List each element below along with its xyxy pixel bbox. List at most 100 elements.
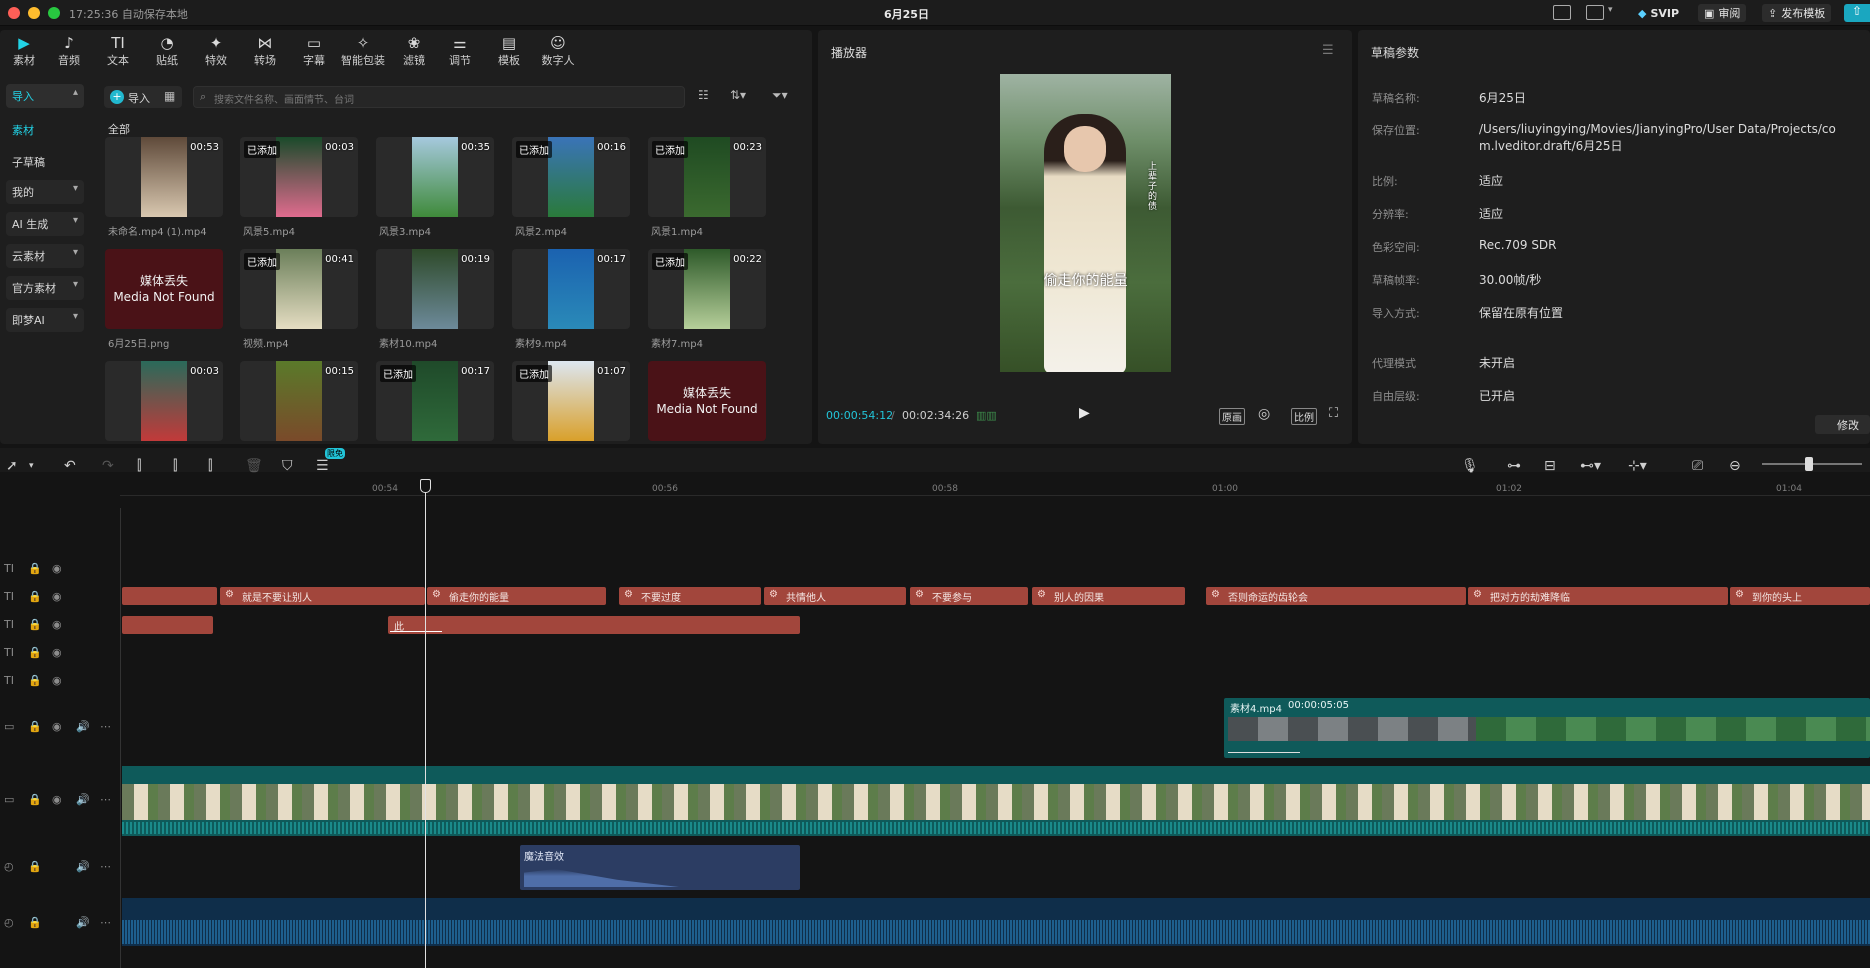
media-thumbnail[interactable]: 00:15 — [240, 361, 358, 441]
snap-icon[interactable]: ⊟ — [1544, 458, 1556, 474]
auto-caption-icon[interactable]: ☰ — [316, 458, 329, 474]
publish-template-button[interactable]: ⇪ 发布模板 — [1762, 4, 1832, 22]
sidebar-sub-draft[interactable]: 子草稿 — [12, 154, 45, 170]
eye-icon[interactable]: ◉ — [52, 590, 62, 603]
sidebar-ai-gen[interactable]: AI 生成 ▾ — [6, 212, 84, 236]
media-thumbnail[interactable]: 已添加 01:07 — [512, 361, 630, 441]
lock-icon[interactable]: 🔒 — [28, 562, 42, 575]
text-track-type-icon[interactable]: TI — [4, 590, 14, 603]
text-clip[interactable]: ⚙ 偷走你的能量 — [427, 587, 606, 605]
more-icon[interactable]: ⋯ — [100, 916, 111, 929]
lock-icon[interactable]: 🔒 — [28, 674, 42, 687]
tab-template[interactable]: ▤ 模板 — [485, 34, 533, 68]
undo-icon[interactable]: ↶ — [64, 458, 76, 474]
playhead[interactable] — [425, 480, 426, 968]
media-thumbnail[interactable]: 00:19 — [376, 249, 494, 329]
tab-audio[interactable]: ♪ 音频 — [45, 34, 93, 68]
text-track-type-icon[interactable]: TI — [4, 562, 14, 575]
more-icon[interactable]: ⋯ — [100, 860, 111, 873]
fit-icon[interactable]: ⎚ — [1692, 458, 1703, 474]
split-right-icon[interactable]: ⫿ — [208, 458, 212, 474]
tab-filter[interactable]: ❀ 滤镜 — [390, 34, 438, 68]
chevron-down-icon[interactable]: ▾ — [1608, 5, 1613, 15]
review-button[interactable]: ▣ 审阅 — [1698, 4, 1747, 22]
lock-icon[interactable]: 🔒 — [28, 860, 42, 873]
lock-icon[interactable]: 🔒 — [28, 646, 42, 659]
media-thumbnail[interactable]: 已添加 00:41 — [240, 249, 358, 329]
text-clip[interactable] — [122, 587, 217, 605]
tab-text[interactable]: TI 文本 — [94, 34, 142, 68]
text-clip[interactable]: ⚙ 把对方的劫难降临 — [1468, 587, 1728, 605]
video-clip[interactable]: 素材4.mp4 00:00:05:05 — [1224, 698, 1870, 758]
media-thumbnail[interactable]: 已添加 00:17 — [376, 361, 494, 441]
split-icon[interactable]: ⫿ — [137, 458, 141, 474]
tab-digital-human[interactable]: ☺ 数字人 — [534, 34, 582, 68]
sidebar-cloud[interactable]: 云素材 ▾ — [6, 244, 84, 268]
media-thumbnail[interactable]: 媒体丢失 Media Not Found — [105, 249, 223, 329]
video-track-type-icon[interactable]: ▭ — [4, 793, 14, 806]
text-clip[interactable]: ⚙ 共情他人 — [764, 587, 906, 605]
delete-icon[interactable]: 🗑 — [245, 458, 263, 474]
media-thumbnail[interactable]: 已添加 00:03 — [240, 137, 358, 217]
filter-icon[interactable]: ⏷▾ — [772, 88, 788, 103]
lock-icon[interactable]: 🔒 — [28, 720, 42, 733]
sidebar-jimeng[interactable]: 即梦AI ▾ — [6, 308, 84, 332]
eye-icon[interactable]: ◉ — [52, 793, 62, 806]
more-icon[interactable]: ⋯ — [100, 720, 111, 733]
text-clip[interactable]: ⚙ 就是不要让别人 — [220, 587, 425, 605]
zoom-window-button[interactable] — [48, 7, 60, 19]
text-clip[interactable]: 此 — [388, 616, 800, 634]
sidebar-official[interactable]: 官方素材 ▾ — [6, 276, 84, 300]
media-thumbnail[interactable]: 00:53 — [105, 137, 223, 217]
tab-caption[interactable]: ▭ 字幕 — [290, 34, 338, 68]
audio-track-type-icon[interactable]: ◴ — [4, 860, 14, 873]
media-thumbnail[interactable]: 00:35 — [376, 137, 494, 217]
text-clip[interactable] — [122, 616, 213, 634]
text-clip[interactable]: ⚙ 别人的因果 — [1032, 587, 1185, 605]
close-window-button[interactable] — [8, 7, 20, 19]
redo-icon[interactable]: ↷ — [102, 458, 114, 474]
media-thumbnail[interactable]: 00:17 — [512, 249, 630, 329]
text-track-type-icon[interactable]: TI — [4, 646, 14, 659]
microphone-icon[interactable]: 🎙 — [1461, 458, 1479, 474]
export-button[interactable]: ⇧ — [1844, 4, 1870, 22]
media-thumbnail[interactable]: 已添加 00:22 — [648, 249, 766, 329]
text-clip[interactable]: ⚙ 不要参与 — [910, 587, 1028, 605]
lock-icon[interactable]: 🔒 — [28, 590, 42, 603]
zoom-slider-handle[interactable] — [1805, 457, 1813, 471]
tab-smart-pack[interactable]: ✧ 智能包装 — [339, 34, 387, 68]
text-track-type-icon[interactable]: TI — [4, 674, 14, 687]
sidebar-mine[interactable]: 我的 ▾ — [6, 180, 84, 204]
view-mode-icon[interactable]: ☷ — [698, 88, 709, 102]
volume-icon[interactable]: 🔊 — [76, 916, 90, 929]
more-icon[interactable]: ⋯ — [100, 793, 111, 806]
play-icon[interactable]: ▶ — [1079, 405, 1090, 421]
lock-icon[interactable]: 🔒 — [28, 793, 42, 806]
main-video-clip[interactable] — [122, 766, 1870, 836]
layout-icon[interactable] — [1586, 5, 1604, 20]
audio-track-type-icon[interactable]: ◴ — [4, 916, 14, 929]
text-track-type-icon[interactable]: TI — [4, 618, 14, 631]
split-left-icon[interactable]: ⫿ — [173, 458, 177, 474]
eye-icon[interactable]: ◉ — [52, 674, 62, 687]
volume-icon[interactable]: 🔊 — [76, 793, 90, 806]
media-thumbnail[interactable]: 媒体丢失 Media Not Found — [648, 361, 766, 441]
eye-icon[interactable]: ◉ — [52, 646, 62, 659]
text-clip[interactable]: ⚙ 否则命运的齿轮会 — [1206, 587, 1466, 605]
preview-axis-icon[interactable]: ⊹▾ — [1628, 458, 1647, 474]
chevron-down-icon[interactable]: ▾ — [29, 461, 34, 471]
video-track-type-icon[interactable]: ▭ — [4, 720, 14, 733]
cursor-icon[interactable]: ➚ — [6, 458, 18, 474]
tab-adjust[interactable]: ⚌ 调节 — [436, 34, 484, 68]
tab-effects[interactable]: ✦ 特效 — [192, 34, 240, 68]
ratio-button[interactable]: 比例 — [1291, 408, 1317, 425]
lock-icon[interactable]: 🔒 — [28, 618, 42, 631]
zoom-out-icon[interactable]: ⊖ — [1729, 458, 1741, 474]
media-thumbnail[interactable]: 已添加 00:16 — [512, 137, 630, 217]
lock-icon[interactable]: 🔒 — [28, 916, 42, 929]
import-button[interactable]: + 导入 ▦ — [104, 86, 182, 108]
preview-video[interactable]: 偷走你的能量 上辈子的债 — [1000, 74, 1171, 372]
fullscreen-icon[interactable]: ⛶ — [1329, 406, 1338, 421]
media-thumbnail[interactable]: 已添加 00:23 — [648, 137, 766, 217]
link-icon[interactable]: ⊶ — [1507, 458, 1521, 474]
